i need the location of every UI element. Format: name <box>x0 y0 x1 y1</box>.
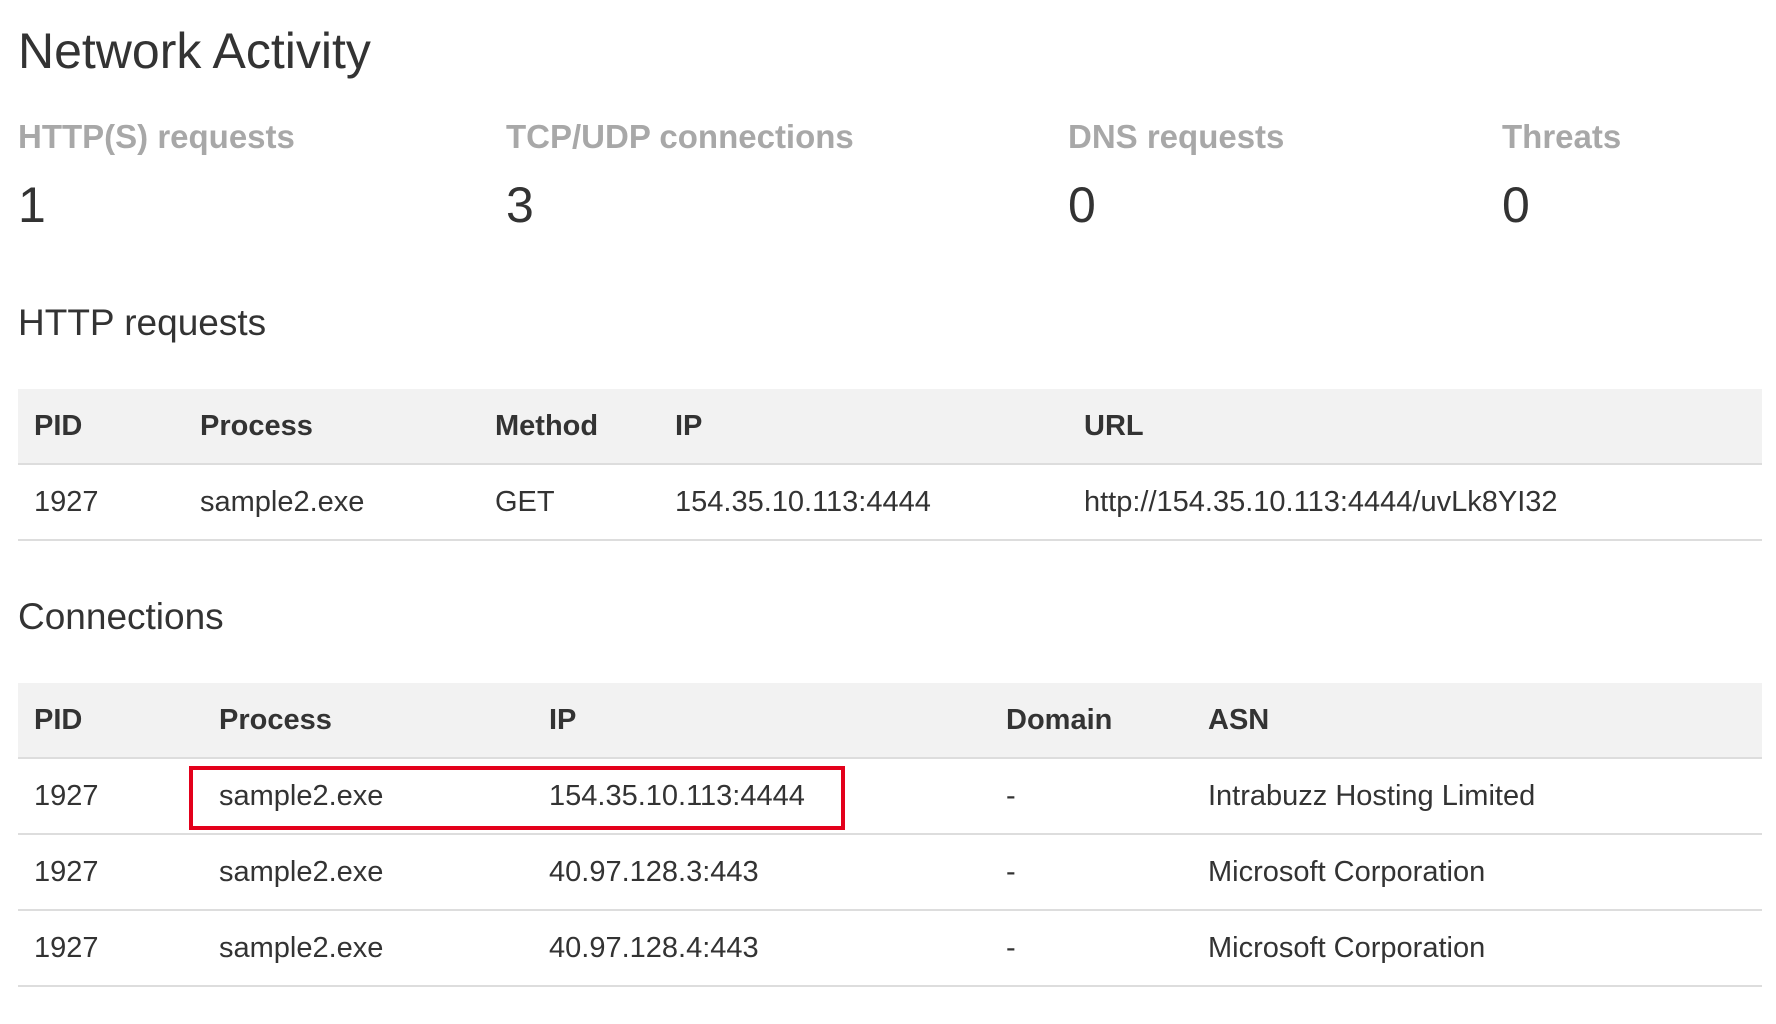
cell-method: GET <box>479 464 659 541</box>
cell-process: sample2.exe <box>184 464 479 541</box>
cell-process: sample2.exe <box>203 910 533 987</box>
column-header-domain[interactable]: Domain <box>990 683 1192 759</box>
page-title: Network Activity <box>18 23 371 79</box>
column-header-pid[interactable]: PID <box>18 683 203 759</box>
stat-value: 0 <box>1502 177 1530 233</box>
cell-process: sample2.exe <box>203 834 533 911</box>
http-requests-title: HTTP requests <box>18 302 267 343</box>
table-header-row: PID Process Method IP URL <box>18 389 1762 465</box>
stat-label: HTTP(S) requests <box>18 118 295 155</box>
column-header-ip[interactable]: IP <box>533 683 990 759</box>
table-row[interactable]: 1927 sample2.exe 40.97.128.4:443 - Micro… <box>18 910 1762 987</box>
column-header-process[interactable]: Process <box>184 389 479 465</box>
cell-pid: 1927 <box>18 834 203 911</box>
cell-ip: 154.35.10.113:4444 <box>659 464 1068 541</box>
cell-pid: 1927 <box>18 758 203 835</box>
cell-domain: - <box>990 910 1192 987</box>
column-header-pid[interactable]: PID <box>18 389 184 465</box>
cell-pid: 1927 <box>18 910 203 987</box>
table-header-row: PID Process IP Domain ASN <box>18 683 1762 759</box>
stat-value: 1 <box>18 177 46 233</box>
cell-domain: - <box>990 758 1192 835</box>
cell-ip: 154.35.10.113:4444 <box>533 758 990 835</box>
stat-http-requests: HTTP(S) requests 1 <box>18 118 295 234</box>
stat-label: DNS requests <box>1068 118 1285 155</box>
stat-value: 3 <box>506 177 534 233</box>
cell-asn: Intrabuzz Hosting Limited <box>1192 758 1762 835</box>
stat-value: 0 <box>1068 177 1096 233</box>
column-header-method[interactable]: Method <box>479 389 659 465</box>
http-requests-table: PID Process Method IP URL 1927 sample2.e… <box>18 389 1762 541</box>
cell-domain: - <box>990 834 1192 911</box>
cell-url: http://154.35.10.113:4444/uvLk8YI32 <box>1068 464 1762 541</box>
column-header-process[interactable]: Process <box>203 683 533 759</box>
stat-threats: Threats 0 <box>1502 118 1621 234</box>
column-header-ip[interactable]: IP <box>659 389 1068 465</box>
stat-dns-requests: DNS requests 0 <box>1068 118 1284 234</box>
connections-title: Connections <box>18 596 224 637</box>
stat-label: TCP/UDP connections <box>506 118 854 155</box>
stat-label: Threats <box>1502 118 1622 155</box>
column-header-asn[interactable]: ASN <box>1192 683 1762 759</box>
stat-tcp-udp-connections: TCP/UDP connections 3 <box>506 118 854 234</box>
table-row[interactable]: 1927 sample2.exe 40.97.128.3:443 - Micro… <box>18 834 1762 911</box>
cell-asn: Microsoft Corporation <box>1192 910 1762 987</box>
cell-asn: Microsoft Corporation <box>1192 834 1762 911</box>
table-row[interactable]: 1927 sample2.exe GET 154.35.10.113:4444 … <box>18 464 1762 541</box>
column-header-url[interactable]: URL <box>1068 389 1762 465</box>
table-row[interactable]: 1927 sample2.exe 154.35.10.113:4444 - In… <box>18 758 1762 835</box>
cell-process: sample2.exe <box>203 758 533 835</box>
cell-ip: 40.97.128.3:443 <box>533 834 990 911</box>
cell-ip: 40.97.128.4:443 <box>533 910 990 987</box>
cell-pid: 1927 <box>18 464 184 541</box>
connections-table: PID Process IP Domain ASN 1927 sample2.e… <box>18 683 1762 987</box>
